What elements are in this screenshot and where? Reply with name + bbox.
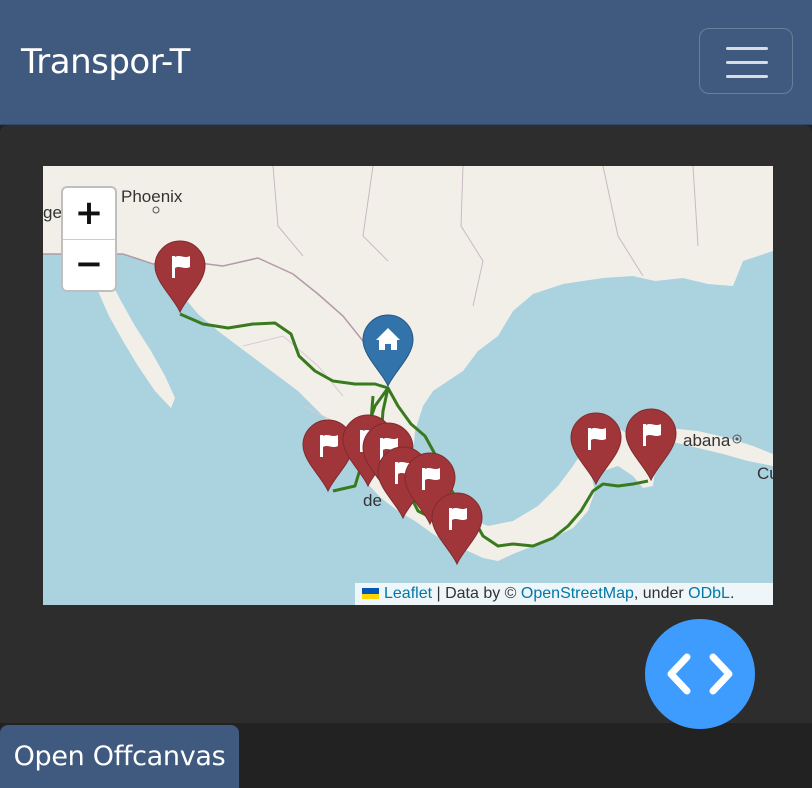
zoom-out-button[interactable]: − <box>63 239 115 290</box>
attribution-text: | Data by © <box>432 585 521 602</box>
zoom-in-button[interactable]: + <box>63 188 115 240</box>
navbar: Transpor-T <box>0 0 812 125</box>
zoom-control: + − <box>61 186 117 292</box>
place-label-ge: ge <box>43 203 62 222</box>
leaflet-link[interactable]: Leaflet <box>384 585 432 602</box>
map-attribution: Leaflet | Data by © OpenStreetMap, under… <box>355 583 773 605</box>
place-label-cu: Cu <box>757 464 773 483</box>
code-button[interactable] <box>645 619 755 729</box>
brand-title[interactable]: Transpor-T <box>21 42 190 82</box>
attribution-under: , under <box>633 585 689 602</box>
place-label-phoenix: Phoenix <box>121 187 183 206</box>
map-tiles: Phoenix ge abana de Cu <box>43 166 773 566</box>
openstreetmap-link[interactable]: OpenStreetMap <box>521 585 634 602</box>
attribution-end: . <box>729 585 735 602</box>
ukraine-flag-icon <box>362 588 379 599</box>
code-icon <box>667 653 733 695</box>
place-label-habana: abana <box>683 431 731 450</box>
open-offcanvas-button[interactable]: Open Offcanvas <box>0 725 239 788</box>
menu-toggle-button[interactable] <box>699 28 793 94</box>
map-view[interactable]: Phoenix ge abana de Cu <box>43 166 773 605</box>
odbl-link[interactable]: ODbL <box>688 585 730 602</box>
place-label-de: de <box>363 491 382 510</box>
